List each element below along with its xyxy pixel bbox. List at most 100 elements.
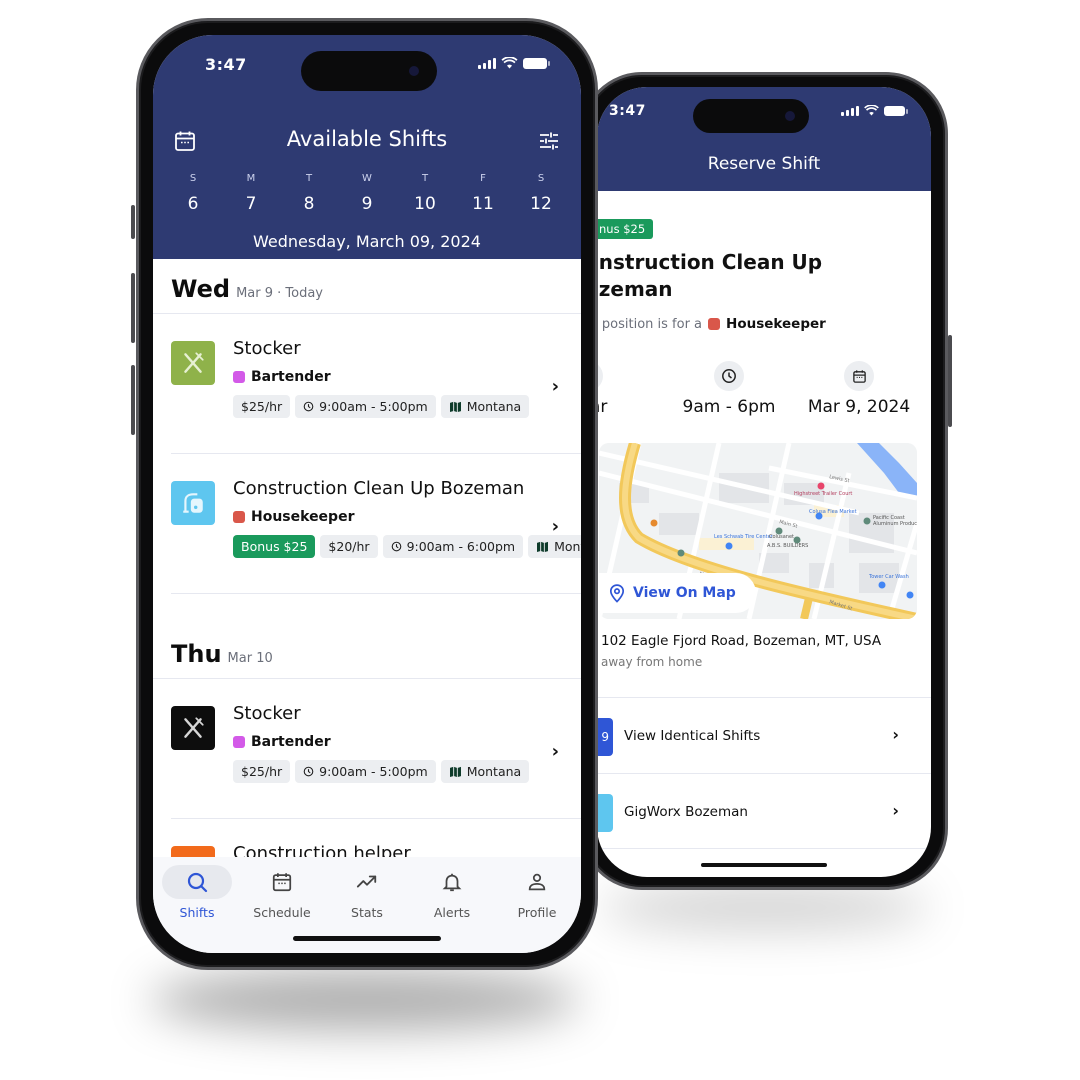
clock-icon — [303, 401, 314, 412]
shifts-header: 3:47 Available Shifts S6 M7 T 8 W 9 T 10… — [153, 35, 581, 259]
filter-sliders-icon[interactable] — [537, 129, 561, 153]
week-day[interactable]: T8 — [291, 173, 327, 214]
day-name: Thu — [171, 640, 222, 668]
rate-chip: $25/hr — [233, 760, 291, 783]
shift-role: Bartender — [233, 734, 581, 750]
time-chip: 9:00am - 5:00pm — [295, 395, 436, 418]
phone-reserve-shift: 3:47 Reserve Shift nus $25 onstruction C… — [580, 72, 952, 890]
tab-schedule[interactable]: Schedule — [244, 865, 320, 920]
gigworx-bozeman-label: GigWorx Bozeman — [624, 804, 748, 820]
chevron-right-icon: › — [551, 516, 559, 537]
week-day[interactable]: T 10 — [407, 173, 443, 214]
week-day-selected[interactable]: W9 — [349, 173, 385, 214]
location-map[interactable]: Highstreet Trailer Court Colusa Flea Mar… — [599, 443, 917, 619]
shift-role: Housekeeper — [233, 509, 581, 525]
dynamic-island — [693, 99, 809, 133]
day-date: Mar 9 · Today — [236, 286, 324, 301]
view-identical-shifts-label: View Identical Shifts — [624, 728, 761, 744]
page-title: Available Shifts — [286, 127, 448, 151]
reserve-shift-header: 3:47 Reserve Shift — [597, 87, 931, 191]
shift-card[interactable]: Construction Clean Up Bozeman Housekeepe… — [171, 454, 581, 594]
action-button — [131, 205, 135, 239]
shift-card[interactable]: Stocker Bartender $25/hr 9:00am - 5:00pm… — [171, 314, 581, 454]
search-icon — [162, 865, 232, 899]
tab-shifts[interactable]: Shifts — [159, 865, 235, 920]
shift-title: onstruction Clean Up ozeman — [597, 249, 885, 303]
camera-dot — [409, 66, 419, 76]
shift-chips: $25/hr 9:00am - 5:00pm Montana — [233, 395, 581, 418]
week-day[interactable]: S6 — [175, 173, 211, 214]
rate-chip: $25/hr — [233, 395, 291, 418]
selected-date: Wednesday, March 09, 2024 — [253, 232, 481, 251]
vacuum-icon — [171, 481, 215, 525]
time-chip: 9:00am - 6:00pm — [382, 535, 524, 558]
bonus-badge: nus $25 — [597, 219, 654, 239]
svg-text:A.B.S. BUILDERS: A.B.S. BUILDERS — [767, 543, 808, 549]
chevron-right-icon: › — [551, 376, 559, 397]
view-on-map-button[interactable]: View On Map — [599, 573, 756, 613]
position-line: s position is for a Housekeeper — [597, 316, 826, 332]
view-identical-shifts-row[interactable]: 9 View Identical Shifts › — [597, 697, 931, 773]
volume-up-button — [131, 273, 135, 343]
shift-title-line-2: ozeman — [597, 277, 673, 301]
chevron-right-icon: › — [892, 725, 899, 744]
view-on-map-label: View On Map — [633, 585, 736, 601]
svg-text:Colusa Flea Market: Colusa Flea Market — [809, 509, 857, 515]
week-day[interactable]: F 11 — [465, 173, 501, 214]
location-chip: Montana — [528, 535, 581, 558]
utensils-icon — [171, 706, 215, 750]
phone-available-shifts: 3:47 Available Shifts S6 M7 T 8 W 9 T 10… — [131, 18, 598, 970]
tab-alerts[interactable]: Alerts — [414, 865, 490, 920]
svg-text:Highstreet Trailer Court: Highstreet Trailer Court — [794, 491, 852, 497]
week-day[interactable]: M7 — [233, 173, 269, 214]
status-bar: 3:47 — [597, 87, 931, 137]
signal-icon — [478, 57, 496, 69]
tab-stats[interactable]: Stats — [329, 865, 405, 920]
calendar-icon — [247, 865, 317, 899]
tab-label: Alerts — [433, 905, 471, 920]
stat-date: Mar 9, 2024 — [799, 361, 919, 417]
shift-title: Construction Clean Up Bozeman — [233, 478, 525, 499]
role-color-dot — [233, 736, 245, 748]
signal-icon — [841, 105, 859, 116]
role-color-dot — [233, 511, 245, 523]
position-prefix: s position is for a — [597, 316, 703, 332]
day-header: Thu Mar 10 — [153, 624, 581, 679]
status-time: 3:47 — [205, 55, 247, 74]
calendar-icon — [844, 361, 874, 391]
utensils-icon — [171, 341, 215, 385]
battery-icon — [884, 105, 908, 116]
organization-icon — [597, 794, 613, 832]
shift-title: Stocker — [233, 703, 301, 724]
clock-icon — [714, 361, 744, 391]
wifi-icon — [864, 105, 879, 116]
map-icon — [449, 401, 461, 412]
available-shifts-screen: 3:47 Available Shifts S6 M7 T 8 W 9 T 10… — [153, 35, 581, 953]
tab-label: Schedule — [253, 905, 311, 920]
role-color-dot — [233, 371, 245, 383]
phone-shadow-front — [150, 970, 580, 1030]
home-indicator — [293, 936, 441, 941]
trending-up-icon — [332, 865, 402, 899]
shift-card[interactable]: Stocker Bartender $25/hr 9:00am - 5:00pm… — [171, 679, 581, 819]
tab-profile[interactable]: Profile — [499, 865, 575, 920]
svg-text:Colusanet: Colusanet — [769, 534, 794, 540]
system-icons — [841, 105, 908, 116]
shift-chips: Bonus $25 $20/hr 9:00am - 6:00pm Montana — [233, 535, 581, 558]
day-header: Wed Mar 9 · Today — [153, 259, 581, 314]
page-title: Reserve Shift — [707, 154, 821, 174]
identical-shifts-icon: 9 — [597, 718, 613, 756]
stat-rate-value: 0/hr — [597, 397, 608, 417]
battery-icon — [523, 57, 550, 69]
shift-title: Stocker — [233, 338, 301, 359]
svg-text:Tower Car Wash: Tower Car Wash — [868, 574, 909, 580]
volume-down-button — [131, 365, 135, 435]
bonus-chip: Bonus $25 — [233, 535, 316, 558]
shift-list[interactable]: Wed Mar 9 · Today Stocker Bartender $25/… — [153, 259, 581, 873]
shift-role: Bartender — [233, 369, 581, 385]
week-day[interactable]: S 12 — [523, 173, 559, 214]
stat-time: 9am - 6pm — [679, 361, 779, 417]
svg-text:Les Schwab Tire Center: Les Schwab Tire Center — [714, 534, 774, 540]
gigworx-bozeman-row[interactable]: GigWorx Bozeman › — [597, 773, 931, 849]
